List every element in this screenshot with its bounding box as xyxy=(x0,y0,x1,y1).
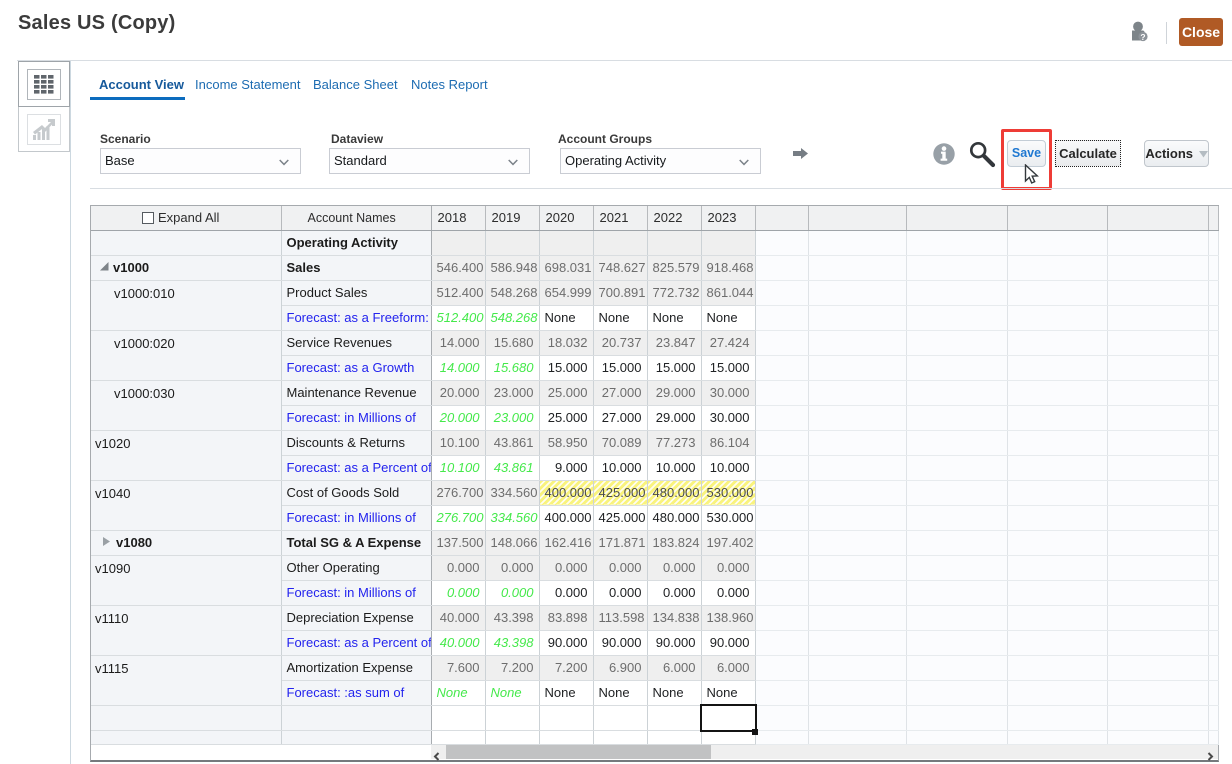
svg-text:?: ? xyxy=(1140,32,1145,42)
